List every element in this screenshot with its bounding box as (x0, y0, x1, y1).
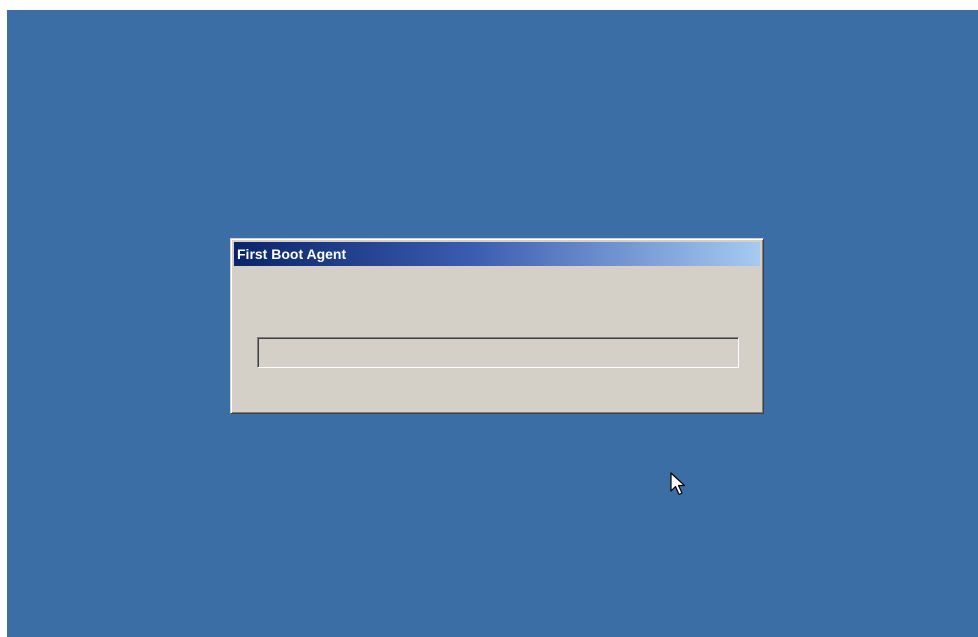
first-boot-agent-dialog: First Boot Agent (230, 238, 764, 414)
progress-bar (257, 337, 739, 368)
dialog-titlebar[interactable]: First Boot Agent (234, 242, 760, 266)
arrow-cursor-icon (670, 472, 686, 496)
dialog-title: First Boot Agent (237, 246, 347, 262)
